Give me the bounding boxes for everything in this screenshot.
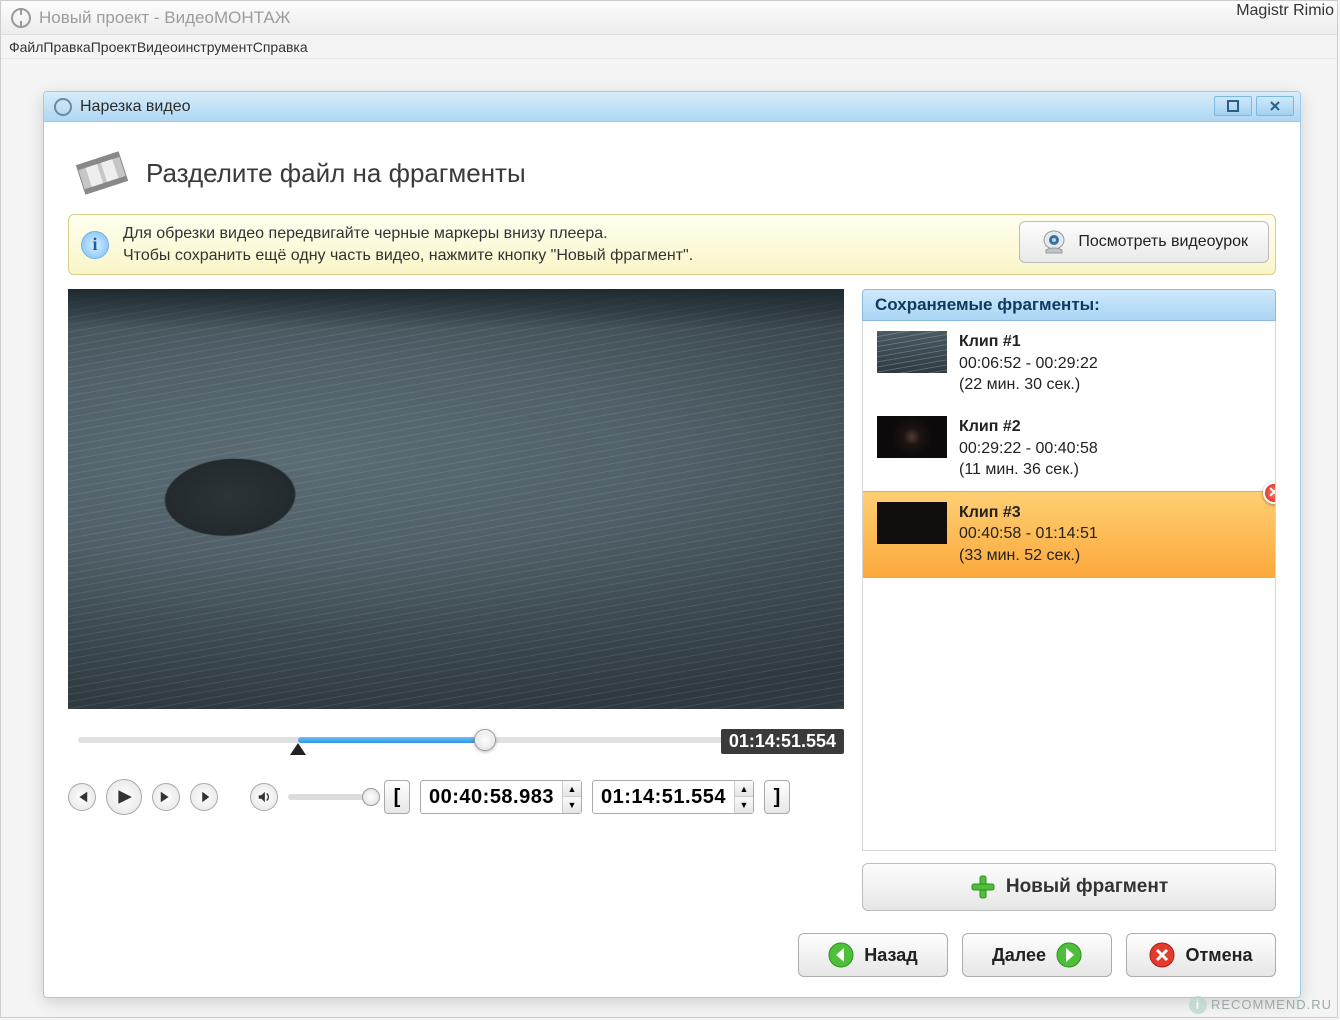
step-button[interactable] — [190, 783, 218, 811]
watch-tutorial-button[interactable]: Посмотреть видеоурок — [1019, 221, 1269, 263]
fragment-item[interactable]: Клип #200:29:22 - 00:40:58(11 мин. 36 се… — [863, 406, 1275, 491]
fragments-header: Сохраняемые фрагменты: — [862, 289, 1276, 321]
info-strip: i Для обрезки видео передвигайте черные … — [68, 214, 1276, 275]
timeline[interactable]: 01:14:51.554 — [68, 723, 844, 763]
arrow-left-icon — [828, 942, 854, 968]
dialog-maximize-button[interactable] — [1214, 96, 1252, 116]
arrow-right-icon — [1056, 942, 1082, 968]
dialog-title: Нарезка видео — [80, 98, 191, 116]
volume-slider[interactable] — [288, 794, 374, 800]
app-icon — [11, 8, 31, 28]
cancel-button[interactable]: Отмена — [1126, 933, 1276, 977]
volume-button[interactable] — [250, 783, 278, 811]
start-time-up[interactable]: ▲ — [563, 781, 581, 797]
fragment-item[interactable]: Клип #100:06:52 - 00:29:22(22 мин. 30 се… — [863, 321, 1275, 406]
timeline-total-time: 01:14:51.554 — [721, 729, 844, 754]
dialog-icon — [54, 98, 72, 116]
dialog-heading: Разделите файл на фрагменты — [146, 158, 526, 189]
fragment-thumbnail — [877, 502, 947, 544]
fragment-meta: Клип #100:06:52 - 00:29:22(22 мин. 30 се… — [959, 331, 1098, 396]
start-time-down[interactable]: ▼ — [563, 797, 581, 813]
fragment-delete-button[interactable]: ✕ — [1263, 482, 1276, 504]
watermark-top: Magistr Rimio — [1230, 0, 1340, 22]
cancel-icon — [1149, 942, 1175, 968]
end-time-down[interactable]: ▼ — [735, 797, 753, 813]
next-button[interactable]: Далее — [962, 933, 1112, 977]
watermark-bottom: iRECOMMEND.RU — [1189, 996, 1332, 1014]
end-time-up[interactable]: ▲ — [735, 781, 753, 797]
fragment-item[interactable]: Клип #300:40:58 - 01:14:51(33 мин. 52 се… — [863, 491, 1275, 578]
next-frame-button[interactable] — [152, 783, 180, 811]
fragment-thumbnail — [877, 331, 947, 373]
app-title: Новый проект - ВидеоМОНТАЖ — [39, 8, 290, 28]
app-titlebar[interactable]: Новый проект - ВидеоМОНТАЖ — [1, 1, 1337, 35]
menu-help[interactable]: Справка — [253, 39, 308, 55]
fragments-list: Клип #100:06:52 - 00:29:22(22 мин. 30 се… — [862, 321, 1276, 851]
webcam-icon — [1040, 228, 1068, 256]
fragment-meta: Клип #300:40:58 - 01:14:51(33 мин. 52 се… — [959, 502, 1098, 567]
timeline-start-marker[interactable] — [290, 743, 306, 755]
prev-frame-button[interactable] — [68, 783, 96, 811]
dialog-heading-row: Разделите файл на фрагменты — [68, 138, 1276, 200]
menu-edit[interactable]: Правка — [43, 39, 90, 55]
fragment-meta: Клип #200:29:22 - 00:40:58(11 мин. 36 се… — [959, 416, 1098, 481]
menu-project[interactable]: Проект — [91, 39, 137, 55]
filmstrip-icon — [74, 150, 130, 196]
plus-icon — [970, 874, 996, 900]
video-preview[interactable] — [68, 289, 844, 709]
menubar: Файл Правка Проект Видеоинструмент Справ… — [1, 35, 1337, 59]
dialog-titlebar[interactable]: Нарезка видео — [44, 92, 1300, 122]
info-text: Для обрезки видео передвигайте черные ма… — [123, 223, 693, 266]
info-icon: i — [81, 231, 109, 259]
fragment-thumbnail — [877, 416, 947, 458]
end-time-input[interactable]: 01:14:51.554 ▲▼ — [592, 780, 754, 814]
back-button[interactable]: Назад — [798, 933, 948, 977]
app-window: Новый проект - ВидеоМОНТАЖ Файл Правка П… — [0, 0, 1338, 1018]
menu-file[interactable]: Файл — [9, 39, 43, 55]
set-start-button[interactable]: [ — [384, 780, 410, 814]
start-time-input[interactable]: 00:40:58.983 ▲▼ — [420, 780, 582, 814]
timeline-playhead[interactable] — [474, 729, 496, 751]
cut-dialog: Нарезка видео Разделите файл на фрагмент… — [43, 91, 1301, 998]
menu-videotool[interactable]: Видеоинструмент — [137, 39, 253, 55]
play-button[interactable] — [106, 779, 142, 815]
set-end-button[interactable]: ] — [764, 780, 790, 814]
new-fragment-button[interactable]: Новый фрагмент — [862, 863, 1276, 911]
dialog-close-button[interactable] — [1256, 96, 1294, 116]
